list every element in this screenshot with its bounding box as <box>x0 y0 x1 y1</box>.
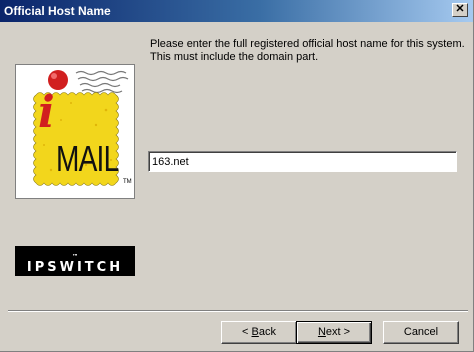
cancel-button[interactable]: Cancel <box>383 321 459 344</box>
host-name-input[interactable] <box>148 151 457 172</box>
cancel-button-label: Cancel <box>403 326 439 338</box>
next-button-accel: N <box>317 326 326 338</box>
title-bar[interactable]: Official Host Name ✕ <box>0 0 473 22</box>
instruction-line-2: This must include the domain part. <box>150 51 319 63</box>
ipswitch-brand-text: IPSWITCH ™ <box>26 253 124 275</box>
close-button[interactable]: ✕ <box>452 3 468 17</box>
back-button-accel: B <box>251 326 259 338</box>
back-button-rest: ack <box>258 326 276 338</box>
next-button[interactable]: Next > <box>296 321 372 344</box>
next-button-rest: ext > <box>325 326 351 338</box>
back-button[interactable]: < Back <box>221 321 297 344</box>
close-icon: ✕ <box>455 3 465 15</box>
instruction-text: Please enter the full registered officia… <box>150 38 465 64</box>
button-separator <box>8 310 468 312</box>
dialog-window: Official Host Name ✕ i MAIL TM IPSWITCH … <box>0 0 474 352</box>
window-title: Official Host Name <box>4 4 111 18</box>
back-button-prefix: < <box>242 326 252 338</box>
logo-tm-mark: TM <box>123 179 132 185</box>
ipswitch-logo: IPSWITCH ™ <box>15 246 135 276</box>
imail-logo: i MAIL TM <box>15 64 135 199</box>
instruction-line-1: Please enter the full registered officia… <box>150 38 465 50</box>
logo-i-letter: i <box>38 87 55 138</box>
logo-mail-text: MAIL <box>56 138 119 179</box>
